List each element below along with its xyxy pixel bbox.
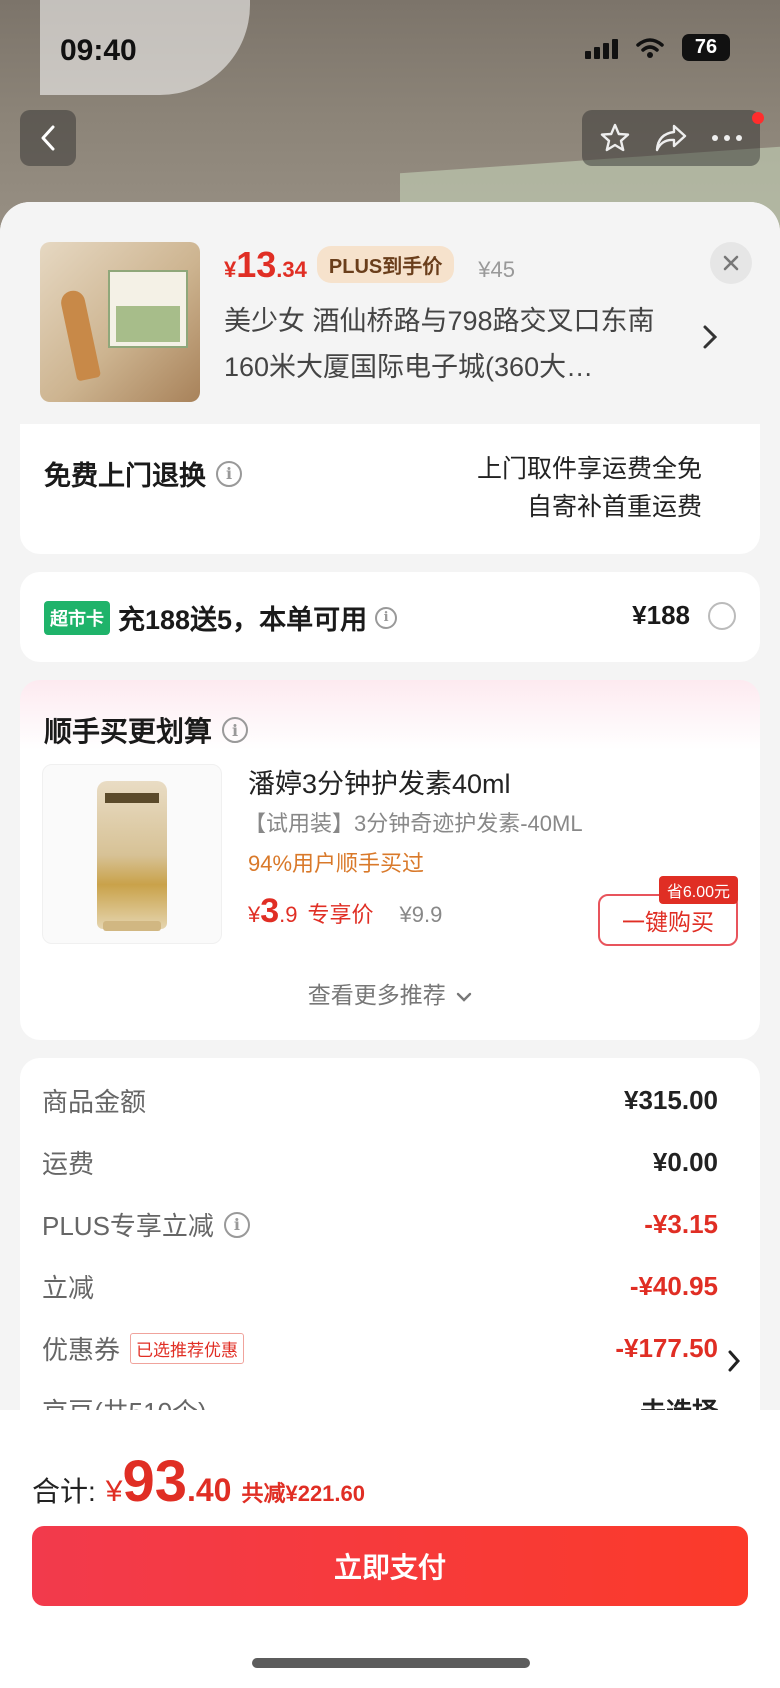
- star-icon[interactable]: [599, 122, 631, 154]
- back-button[interactable]: [20, 110, 76, 166]
- recommend-price-label: 专享价: [307, 902, 374, 927]
- info-icon[interactable]: i: [223, 1211, 250, 1238]
- info-icon[interactable]: i: [216, 460, 242, 487]
- close-button[interactable]: [710, 242, 752, 284]
- summary-row: PLUS专享立减 i -¥3.15: [42, 1209, 718, 1241]
- return-service-title-row: 免费上门退换 i: [44, 454, 242, 493]
- return-service-details: 上门取件享运费全免 自寄补首重运费: [477, 450, 702, 526]
- return-service-card: 免费上门退换 i 上门取件享运费全免 自寄补首重运费: [20, 424, 760, 554]
- save-badge: 省6.00元: [658, 876, 738, 904]
- signal-icon: [585, 37, 618, 59]
- top-actions: [582, 110, 760, 166]
- info-icon[interactable]: i: [222, 717, 249, 743]
- recommend-price-row: ¥3.9 专享价 ¥9.9: [248, 892, 443, 930]
- total-row: 合计: ¥93.40 共减¥221.60: [32, 1449, 365, 1514]
- notification-dot: [752, 112, 764, 124]
- info-icon[interactable]: i: [375, 606, 398, 629]
- original-price: ¥45: [478, 257, 515, 282]
- share-icon[interactable]: [654, 123, 688, 153]
- checkout-bar: 合计: ¥93.40 共减¥221.60 立即支付: [0, 1410, 780, 1688]
- close-icon: [723, 255, 739, 271]
- total-discount: 共减¥221.60: [241, 1481, 365, 1506]
- recommend-product-image[interactable]: [42, 764, 222, 944]
- recommend-title-row: 顺手买更划算 i: [44, 710, 249, 750]
- battery-indicator: 76: [682, 34, 730, 61]
- return-service-title: 免费上门退换: [44, 461, 206, 491]
- market-card-amount: ¥188: [632, 600, 690, 630]
- plus-price-tag: PLUS到手价: [316, 246, 455, 283]
- price-row: ¥13.34 PLUS到手价 ¥45: [224, 244, 515, 287]
- wifi-icon: [636, 37, 664, 58]
- total-label: 合计:: [32, 1476, 96, 1507]
- chevron-right-icon[interactable]: [700, 322, 720, 352]
- summary-row: 立减 -¥40.95: [42, 1271, 718, 1303]
- coupon-row[interactable]: 优惠券 已选推荐优惠 -¥177.50: [42, 1330, 718, 1367]
- product-header: ¥13.34 PLUS到手价 ¥45 美少女 酒仙桥路与798路交叉口东南160…: [0, 202, 780, 424]
- summary-row: 商品金额 ¥315.00: [42, 1085, 718, 1117]
- home-indicator: [252, 1658, 530, 1668]
- product-thumbnail: [40, 242, 200, 402]
- market-card-row: 超市卡 充188送5，本单可用 i: [44, 598, 398, 637]
- more-recommend-link[interactable]: 查看更多推荐: [20, 976, 760, 1010]
- market-card-radio[interactable]: [708, 602, 736, 630]
- recommend-product-subtitle: 【试用装】3分钟奇迹护发素-40ML: [244, 811, 583, 836]
- status-icons: 76: [585, 34, 730, 61]
- market-card-tag: 超市卡: [44, 600, 110, 635]
- recommend-product-name[interactable]: 潘婷3分钟护发素40ml: [248, 762, 511, 801]
- chevron-right-icon[interactable]: [726, 1348, 742, 1374]
- product-price: ¥13.34: [224, 244, 307, 285]
- recommend-title: 顺手买更划算: [44, 716, 213, 747]
- market-card-offer[interactable]: 超市卡 充188送5，本单可用 i ¥188: [20, 572, 760, 662]
- chevron-down-icon: [456, 992, 472, 1002]
- delivery-address[interactable]: 美少女 酒仙桥路与798路交叉口东南160米大厦国际电子城(360大…: [224, 298, 674, 390]
- recommend-original-price: ¥9.9: [399, 902, 443, 927]
- more-icon[interactable]: [711, 134, 743, 142]
- return-service-line2: 自寄补首重运费: [526, 493, 702, 521]
- chevron-left-icon: [41, 125, 55, 151]
- pay-now-button[interactable]: 立即支付: [32, 1526, 748, 1606]
- return-service-line1: 上门取件享运费全免: [476, 455, 702, 483]
- summary-row: 运费 ¥0.00: [42, 1147, 718, 1179]
- status-time: 09:40: [60, 34, 137, 67]
- recommend-card: 顺手买更划算 i 潘婷3分钟护发素40ml 【试用装】3分钟奇迹护发素-40ML…: [20, 680, 760, 1040]
- coupon-tag: 已选推荐优惠: [130, 1333, 245, 1364]
- recommend-product-percent: 94%用户顺手买过: [248, 851, 425, 876]
- market-card-text: 充188送5，本单可用: [118, 605, 368, 635]
